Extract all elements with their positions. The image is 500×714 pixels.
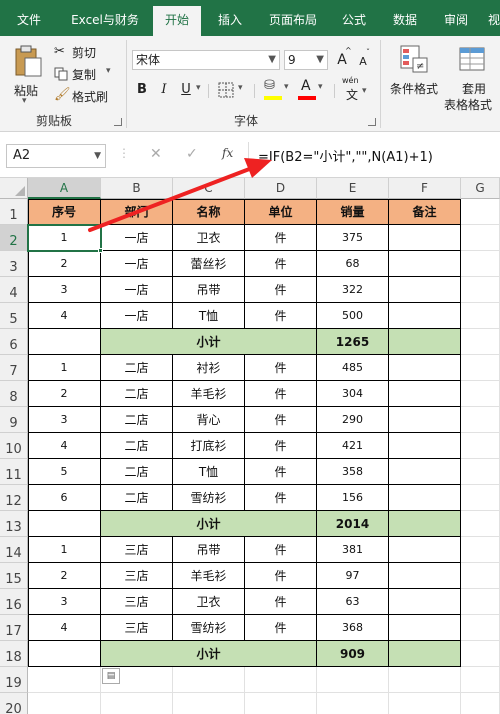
excel-window: { "tabs": ["文件", "Excel与财务", "开始", "插入",… — [0, 0, 500, 714]
annotation-arrow-icon — [88, 158, 272, 232]
